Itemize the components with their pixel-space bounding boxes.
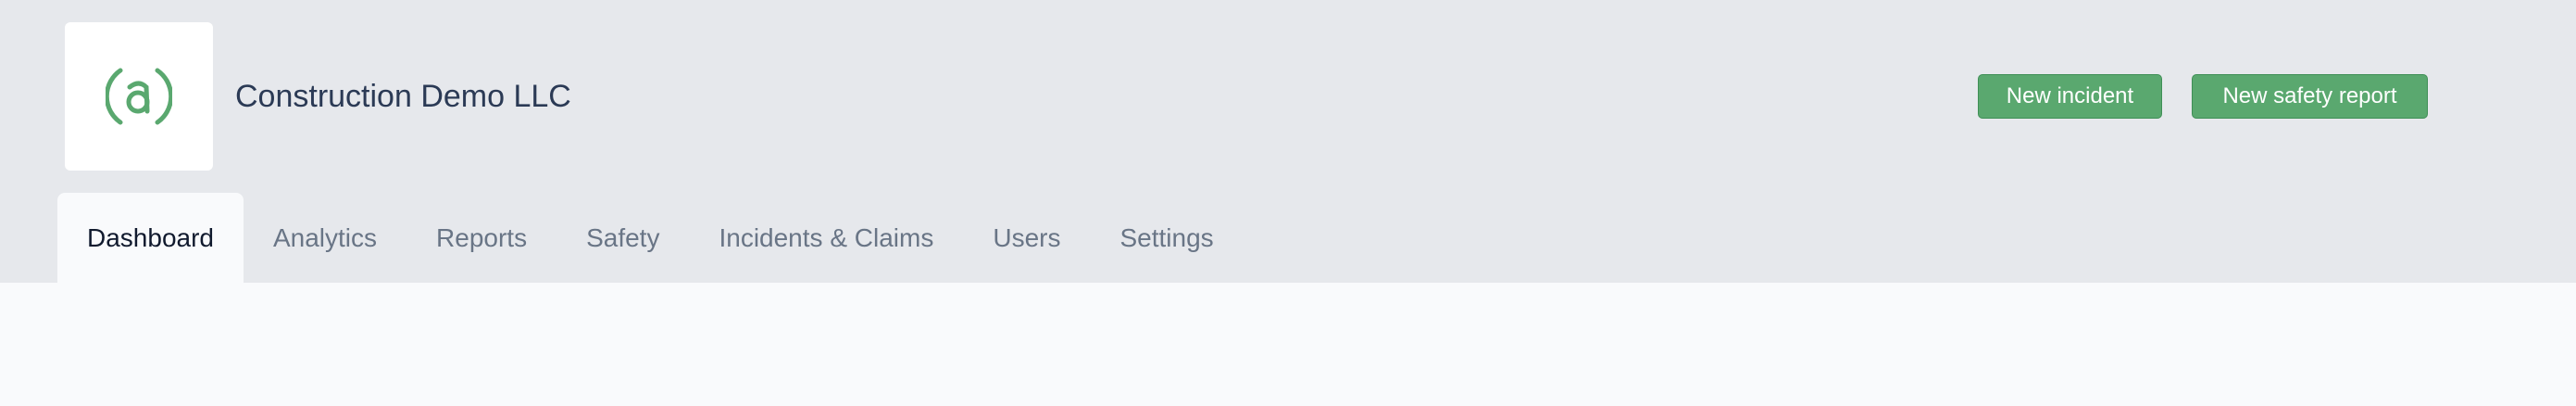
tab-incidents-claims[interactable]: Incidents & Claims [689, 193, 963, 283]
tab-users[interactable]: Users [963, 193, 1090, 283]
tab-settings[interactable]: Settings [1090, 193, 1243, 283]
main-nav-tabs: Dashboard Analytics Reports Safety Incid… [57, 193, 1244, 283]
tab-analytics[interactable]: Analytics [244, 193, 406, 283]
at-sign-icon [106, 68, 172, 125]
new-safety-report-button[interactable]: New safety report [2192, 74, 2428, 119]
tab-reports[interactable]: Reports [406, 193, 556, 283]
app-root: Construction Demo LLC New incident New s… [0, 0, 2576, 406]
top-header: Construction Demo LLC New incident New s… [0, 0, 2576, 283]
new-incident-button[interactable]: New incident [1978, 74, 2162, 119]
company-name: Construction Demo LLC [235, 79, 571, 114]
tab-safety[interactable]: Safety [556, 193, 689, 283]
company-logo[interactable] [65, 22, 213, 171]
main-content-area [0, 283, 2576, 406]
tab-dashboard[interactable]: Dashboard [57, 193, 244, 283]
